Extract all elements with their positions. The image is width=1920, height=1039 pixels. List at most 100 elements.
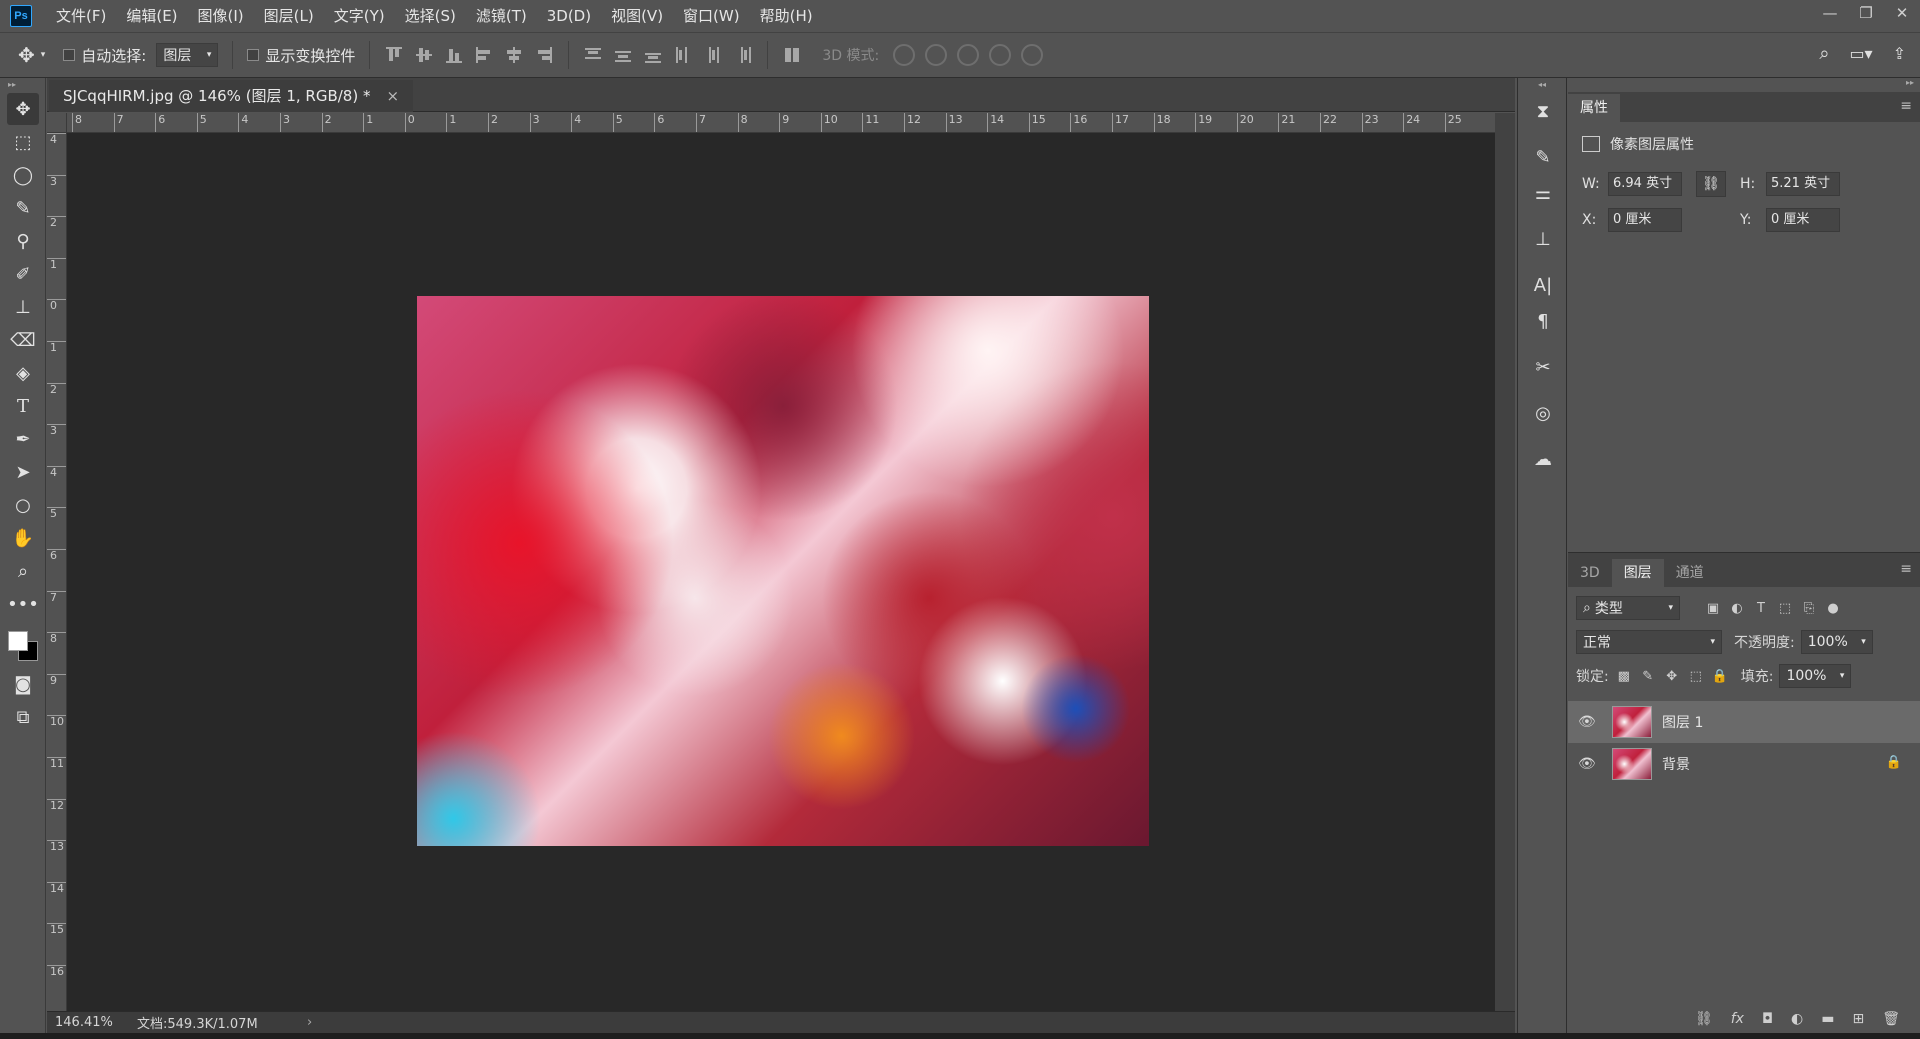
ruler-origin[interactable]	[47, 113, 67, 133]
hand-tool-icon[interactable]: ✋	[7, 522, 39, 554]
lock-pixels-icon[interactable]: ✎	[1639, 667, 1657, 685]
character-icon[interactable]: A|	[1526, 268, 1560, 302]
stamp-tool-icon[interactable]: ⊥	[7, 291, 39, 323]
vertical-ruler[interactable]: 4 3 2 1 0 1 2 3 4 5 6 7 8 9 10 11 12 13 14 15 16	[47, 113, 67, 1011]
menu-window[interactable]: 窗口(W)	[673, 0, 750, 32]
canvas-area[interactable]	[67, 133, 1495, 1011]
quick-select-tool-icon[interactable]: ✎	[7, 192, 39, 224]
menu-edit[interactable]: 编辑(E)	[116, 0, 187, 32]
foreground-color[interactable]	[8, 631, 28, 651]
filter-smart-object-icon[interactable]: ⎘	[1800, 599, 1818, 617]
visibility-eye-icon[interactable]: 👁	[1578, 714, 1598, 730]
restore-icon[interactable]: ❐	[1848, 0, 1884, 26]
align-vcenter-icon[interactable]	[414, 45, 434, 65]
eraser-tool-icon[interactable]: ⌫	[7, 324, 39, 356]
link-layers-icon[interactable]: ⛓	[1695, 1011, 1713, 1027]
more-tools-icon[interactable]: •••	[7, 588, 39, 620]
layer-row[interactable]: 👁 背景 🔒	[1568, 743, 1920, 785]
screen-mode-icon[interactable]: ⧉	[7, 701, 39, 733]
y-field[interactable]: 0 厘米	[1766, 208, 1840, 232]
adjustments-icon[interactable]: ⚌	[1526, 176, 1560, 210]
panel-grip-icon[interactable]: ▸▸	[1906, 76, 1914, 90]
brush-settings-icon[interactable]: ✎	[1526, 140, 1560, 174]
layer-filter-dropdown[interactable]: ⌕ 类型 ▾	[1576, 596, 1680, 620]
align-left-icon[interactable]	[474, 45, 494, 65]
eyedropper-tool-icon[interactable]: ⚲	[7, 225, 39, 257]
document-tab[interactable]: SJCqqHIRM.jpg @ 146% (图层 1, RGB/8) * ×	[49, 80, 414, 112]
auto-align-icon[interactable]	[782, 45, 802, 65]
distribute-left-icon[interactable]	[673, 45, 693, 65]
distribute-vcenter-icon[interactable]	[613, 45, 633, 65]
lock-artboard-icon[interactable]: ⬚	[1687, 667, 1705, 685]
align-right-icon[interactable]	[534, 45, 554, 65]
lock-position-icon[interactable]: ✥	[1663, 667, 1681, 685]
layer-thumbnail[interactable]	[1612, 748, 1652, 780]
layer-thumbnail[interactable]	[1612, 706, 1652, 738]
close-icon[interactable]: ✕	[1884, 0, 1920, 26]
brush-tool-icon[interactable]: ✐	[7, 258, 39, 290]
move-tool-preset[interactable]: ✥ ▾	[18, 43, 45, 67]
width-field[interactable]: 6.94 英寸	[1608, 172, 1682, 196]
horizontal-ruler[interactable]: 8 7 6 5 4 3 2 1 0 1 2 3 4 5 6 7 8 9 10 11 12 13 14 15 16 17 18 19 20…	[67, 113, 1495, 133]
zoom-level[interactable]: 146.41%	[47, 1015, 137, 1030]
layer-name[interactable]: 图层 1	[1662, 712, 1703, 732]
filter-toggle-icon[interactable]: ●	[1824, 599, 1842, 617]
zoom-tool-icon[interactable]: ⌕	[7, 555, 39, 587]
menu-filter[interactable]: 滤镜(T)	[466, 0, 537, 32]
filter-shape-icon[interactable]: ⬚	[1776, 599, 1794, 617]
filter-adjustment-icon[interactable]: ◐	[1728, 599, 1746, 617]
tab-3d[interactable]: 3D	[1568, 559, 1612, 587]
menu-3d[interactable]: 3D(D)	[537, 0, 601, 32]
paragraph-icon[interactable]: ¶	[1526, 304, 1560, 338]
delete-layer-icon[interactable]: 🗑	[1882, 1011, 1900, 1027]
marquee-tool-icon[interactable]: ⬚	[7, 126, 39, 158]
opacity-field[interactable]: 100% ▾	[1800, 630, 1873, 654]
align-top-icon[interactable]	[384, 45, 404, 65]
search-icon[interactable]: ⌕	[1819, 43, 1829, 64]
distribute-hcenter-icon[interactable]	[703, 45, 723, 65]
layer-name[interactable]: 背景	[1662, 754, 1690, 774]
3d-pan-icon[interactable]	[957, 44, 980, 66]
height-field[interactable]: 5.21 英寸	[1766, 172, 1840, 196]
panel-menu-icon[interactable]: ≡	[1900, 561, 1912, 577]
lock-icon[interactable]: 🔒	[1886, 755, 1902, 770]
3d-scale-icon[interactable]	[1021, 44, 1044, 66]
layer-row[interactable]: 👁 图层 1	[1568, 701, 1920, 743]
menu-layer[interactable]: 图层(L)	[254, 0, 324, 32]
auto-select-checkbox[interactable]	[63, 49, 76, 61]
visibility-eye-icon[interactable]: 👁	[1578, 756, 1598, 772]
3d-slide-icon[interactable]	[989, 44, 1012, 66]
auto-select-dropdown[interactable]: 图层 ▾	[156, 43, 219, 67]
tab-properties[interactable]: 属性	[1568, 94, 1620, 122]
distribute-bottom-icon[interactable]	[643, 45, 663, 65]
quick-mask-icon[interactable]: ◙	[7, 668, 39, 700]
ellipse-tool-icon[interactable]: ○	[7, 489, 39, 521]
adjustment-layer-icon[interactable]: ◐	[1791, 1011, 1803, 1027]
status-menu-icon[interactable]: ›	[307, 1015, 312, 1030]
tool-presets-icon[interactable]: ✂	[1526, 350, 1560, 384]
3d-roll-icon[interactable]	[925, 44, 948, 66]
paint-bucket-tool-icon[interactable]: ◈	[7, 357, 39, 389]
distribute-right-icon[interactable]	[733, 45, 753, 65]
lock-all-icon[interactable]: 🔒	[1711, 667, 1729, 685]
fx-icon[interactable]: fx	[1731, 1011, 1744, 1027]
x-field[interactable]: 0 厘米	[1608, 208, 1682, 232]
panel-grip-icon[interactable]: ◂◂	[1518, 78, 1566, 92]
fill-field[interactable]: 100% ▾	[1779, 664, 1852, 688]
workspace-icon[interactable]: ▭▾	[1849, 44, 1872, 63]
filter-pixel-icon[interactable]: ▣	[1704, 599, 1722, 617]
new-group-icon[interactable]: ▬	[1821, 1011, 1834, 1027]
pen-tool-icon[interactable]: ✒	[7, 423, 39, 455]
lasso-tool-icon[interactable]: ◯	[7, 159, 39, 191]
menu-image[interactable]: 图像(I)	[188, 0, 254, 32]
color-swatches[interactable]	[4, 621, 44, 667]
history-icon[interactable]: ⧗	[1526, 94, 1560, 128]
clone-source-icon[interactable]: ⊥	[1526, 222, 1560, 256]
canvas-image[interactable]	[417, 296, 1149, 846]
menu-select[interactable]: 选择(S)	[395, 0, 466, 32]
new-layer-icon[interactable]: ⊞	[1852, 1011, 1864, 1027]
show-transform-checkbox[interactable]	[247, 49, 260, 61]
vertical-scrollbar[interactable]	[1495, 113, 1515, 1011]
share-icon[interactable]: ⇪	[1893, 44, 1906, 63]
panel-menu-icon[interactable]: ≡	[1900, 98, 1912, 114]
